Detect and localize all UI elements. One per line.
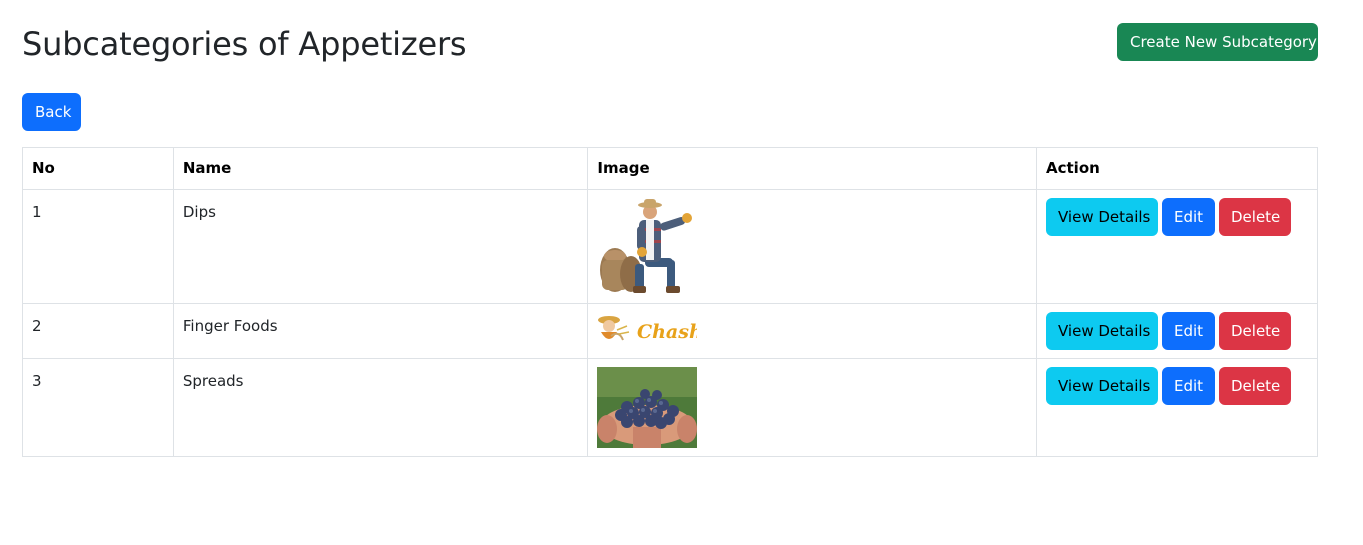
column-header-name: Name [172,147,589,190]
chashi-logo-image: Chashi [598,316,697,343]
chashi-logo-text: Chashi [637,321,697,343]
row-no: 3 [32,372,42,390]
delete-button[interactable]: Delete [1219,312,1291,350]
table-row: 3 Spreads View Details Edit Delete [22,358,1318,457]
create-subcategory-button[interactable]: Create New Subcategory [1117,23,1318,61]
row-name-cell: Dips [172,189,589,304]
row-no: 2 [32,317,42,335]
column-header-image: Image [587,147,1037,190]
table-header-row: No Name Image Action [22,147,1318,190]
row-action-cell: View Details Edit Delete [1036,303,1318,359]
row-image-cell [587,358,1037,457]
column-header-action: Action [1036,147,1318,190]
view-details-button[interactable]: View Details [1046,367,1158,405]
row-no-cell: 1 [22,189,174,304]
edit-button[interactable]: Edit [1162,198,1215,236]
row-image-cell [587,189,1037,304]
view-details-button[interactable]: View Details [1046,198,1158,236]
page: Subcategories of Appetizers Create New S… [0,0,1363,545]
row-no-cell: 2 [22,303,174,359]
edit-button[interactable]: Edit [1162,367,1215,405]
table-row: 2 Finger Foods Chashi View Det [22,303,1318,359]
row-no: 1 [32,203,42,221]
subcategories-table: No Name Image Action 1 Dips View Details… [22,147,1318,457]
row-name-cell: Spreads [172,358,589,457]
row-name: Finger Foods [182,317,278,335]
row-actions: View Details Edit Delete [1046,190,1308,236]
view-details-button[interactable]: View Details [1046,312,1158,350]
column-header-no: No [22,147,174,190]
edit-button[interactable]: Edit [1162,312,1215,350]
page-title: Subcategories of Appetizers [22,25,467,63]
table-row: 1 Dips View Details Edit Delete [22,189,1318,304]
blueberries-thumbnail-image [597,367,698,448]
row-action-cell: View Details Edit Delete [1036,358,1318,457]
farmer-thumbnail-image [600,199,693,293]
row-name: Spreads [182,372,244,390]
row-name-cell: Finger Foods [172,303,589,359]
delete-button[interactable]: Delete [1219,198,1291,236]
row-action-cell: View Details Edit Delete [1036,189,1318,304]
row-image-cell: Chashi [587,303,1037,359]
row-no-cell: 3 [22,358,174,457]
delete-button[interactable]: Delete [1219,367,1291,405]
row-actions: View Details Edit Delete [1046,304,1308,350]
row-actions: View Details Edit Delete [1046,359,1308,405]
back-button[interactable]: Back [22,93,81,131]
row-name: Dips [182,203,216,221]
